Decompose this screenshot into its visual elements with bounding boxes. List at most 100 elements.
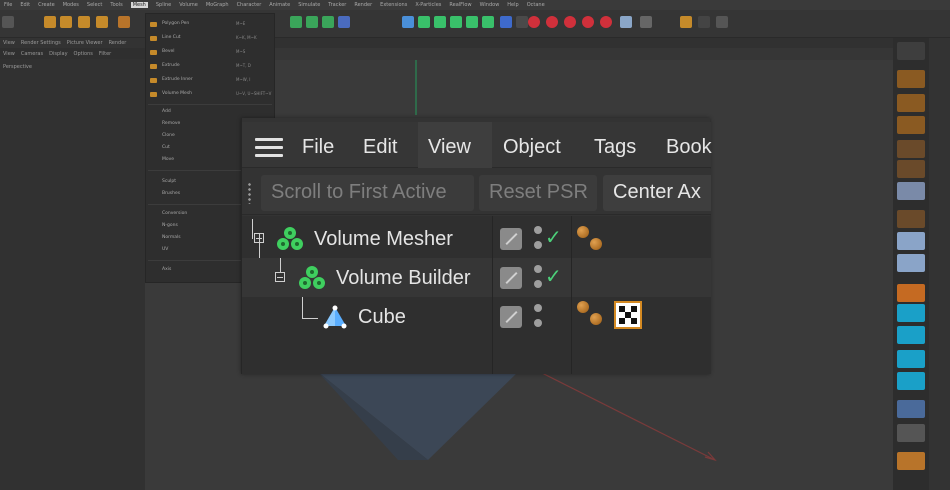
app-menu-octane[interactable]: Octane: [527, 2, 545, 8]
material-tag-icon[interactable]: [614, 301, 642, 329]
cyan-tool-icon[interactable]: [897, 304, 925, 322]
dropdown-item-extrude[interactable]: Extrude: [162, 63, 180, 68]
object-name[interactable]: Volume Builder: [336, 267, 471, 290]
dropdown-item-axis[interactable]: Axis: [162, 267, 171, 272]
quantize-icon[interactable]: [897, 254, 925, 272]
dropdown-item-volume-mesh[interactable]: Volume Mesh: [162, 91, 192, 96]
dropdown-item-polygon-pen[interactable]: Polygon Pen: [162, 21, 189, 26]
dropdown-item-cut[interactable]: Cut: [162, 145, 170, 150]
phong-tag-icon[interactable]: [577, 301, 589, 313]
editor-visibility-icon[interactable]: [500, 228, 522, 250]
sub-menu-view[interactable]: View: [3, 40, 15, 46]
app-menu-mograph[interactable]: MoGraph: [206, 2, 229, 8]
dropdown-item-move[interactable]: Move: [162, 157, 174, 162]
app-menu-simulate[interactable]: Simulate: [298, 2, 320, 8]
object-row-volume-builder[interactable]: Volume Builder ✓: [242, 233, 711, 297]
app-menu-character[interactable]: Character: [237, 2, 262, 8]
deformer-icon[interactable]: [306, 16, 318, 28]
object-name[interactable]: Volume Mesher: [314, 228, 453, 251]
edges-mode-icon[interactable]: [897, 94, 925, 112]
app-menu-animate[interactable]: Animate: [269, 2, 290, 8]
uv-mode-icon[interactable]: [897, 140, 925, 158]
dropdown-item-remove[interactable]: Remove: [162, 121, 180, 126]
phong-tag-icon[interactable]: [590, 313, 602, 325]
app-menu-mesh[interactable]: Mesh: [130, 2, 148, 8]
record-param-icon[interactable]: [600, 16, 612, 28]
snap-icon[interactable]: [897, 210, 925, 228]
app-menu-select[interactable]: Select: [87, 2, 102, 8]
texture-mode-icon[interactable]: [897, 160, 925, 178]
move-icon[interactable]: [60, 16, 72, 28]
menu-view[interactable]: View: [428, 136, 471, 159]
app-menu-window[interactable]: Window: [480, 2, 500, 8]
menu-tags[interactable]: Tags: [594, 136, 636, 159]
collapse-toggle-icon[interactable]: [275, 272, 285, 282]
column-divider[interactable]: [492, 216, 493, 374]
spline-green-icon[interactable]: [434, 16, 446, 28]
app-menu-spline[interactable]: Spline: [156, 2, 171, 8]
light-icon[interactable]: [680, 16, 692, 28]
dropdown-item-brushes[interactable]: Brushes: [162, 191, 180, 196]
nurbs-green-icon[interactable]: [450, 16, 462, 28]
app-menu-help[interactable]: Help: [507, 2, 518, 8]
points-mode-icon[interactable]: [897, 70, 925, 88]
dropdown-item-add[interactable]: Add: [162, 109, 171, 114]
sub-menu-render-settings[interactable]: Render Settings: [21, 40, 61, 46]
viewport-layout-icon[interactable]: [620, 16, 632, 28]
polygons-mode-icon[interactable]: [897, 116, 925, 134]
model-mode-icon[interactable]: [897, 42, 925, 60]
menu-object[interactable]: Object: [503, 136, 561, 159]
scale-icon[interactable]: [78, 16, 90, 28]
render-view-icon[interactable]: [640, 16, 652, 28]
object-row-cube[interactable]: Cube: [242, 297, 711, 336]
app-menu-tracker[interactable]: Tracker: [328, 2, 346, 8]
dropdown-item-uv[interactable]: UV: [162, 247, 168, 252]
octane-icon[interactable]: [716, 16, 728, 28]
viewport-menu-display[interactable]: Display: [49, 51, 67, 57]
menu-bookmarks[interactable]: Book: [666, 136, 712, 159]
deform-green-icon[interactable]: [482, 16, 494, 28]
viewport-menu-filter[interactable]: Filter: [99, 51, 111, 57]
solo-icon[interactable]: [897, 284, 925, 302]
app-menu-file[interactable]: File: [4, 2, 12, 8]
sub-menu-picture-viewer[interactable]: Picture Viewer: [67, 40, 103, 46]
render-dot-bottom-icon[interactable]: [534, 241, 542, 249]
record-pos-icon[interactable]: [546, 16, 558, 28]
app-menu-realflow[interactable]: RealFlow: [449, 2, 471, 8]
menu-file[interactable]: File: [302, 136, 334, 159]
record-scale-icon[interactable]: [582, 16, 594, 28]
app-menu-xparticles[interactable]: X-Particles: [415, 2, 441, 8]
array-green-icon[interactable]: [466, 16, 478, 28]
object-name[interactable]: Cube: [358, 306, 406, 329]
null-icon[interactable]: [698, 16, 710, 28]
render-dot-top-icon[interactable]: [534, 304, 542, 312]
render-dot-bottom-icon[interactable]: [534, 280, 542, 288]
environment-icon[interactable]: [500, 16, 512, 28]
workplane-icon[interactable]: [897, 232, 925, 250]
app-menu-extensions[interactable]: Extensions: [380, 2, 407, 8]
brush-icon[interactable]: [897, 424, 925, 442]
dropdown-item-ngons[interactable]: N-gons: [162, 223, 178, 228]
scroll-to-first-active-button[interactable]: Scroll to First Active: [261, 175, 474, 211]
app-menu-tools[interactable]: Tools: [110, 2, 122, 8]
menu-edit[interactable]: Edit: [363, 136, 397, 159]
live-select-icon[interactable]: [44, 16, 56, 28]
dropdown-item-sculpt[interactable]: Sculpt: [162, 179, 176, 184]
enabled-check-icon[interactable]: ✓: [545, 264, 562, 288]
dropdown-item-conversion[interactable]: Conversion: [162, 211, 187, 216]
undo-icon[interactable]: [2, 16, 14, 28]
generator-icon[interactable]: [290, 16, 302, 28]
axis-x-icon[interactable]: [118, 16, 130, 28]
app-menu-edit[interactable]: Edit: [20, 2, 30, 8]
app-menu-volume[interactable]: Volume: [179, 2, 198, 8]
app-menu-modes[interactable]: Modes: [63, 2, 79, 8]
enable-axis-icon[interactable]: [897, 182, 925, 200]
cube-primitive-icon[interactable]: [402, 16, 414, 28]
phong-tag-icon[interactable]: [577, 226, 589, 238]
reset-psr-button[interactable]: Reset PSR: [479, 175, 597, 211]
enabled-check-icon[interactable]: ✓: [545, 225, 562, 249]
editor-visibility-icon[interactable]: [500, 267, 522, 289]
viewport-menu-cameras[interactable]: Cameras: [21, 51, 43, 57]
rotate-icon[interactable]: [96, 16, 108, 28]
render-dot-bottom-icon[interactable]: [534, 319, 542, 327]
